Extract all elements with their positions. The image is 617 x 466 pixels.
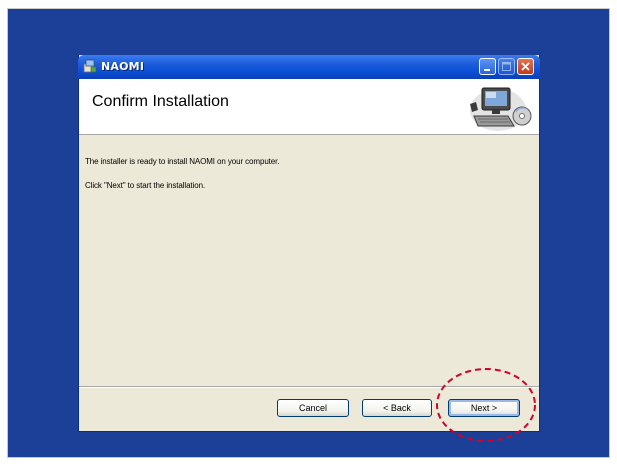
installer-app-icon [83, 59, 97, 73]
page-title: Confirm Installation [92, 93, 229, 110]
installer-window: NAOMI Confirm Installation The installer… [78, 55, 540, 432]
cancel-button[interactable]: Cancel [277, 399, 349, 417]
ready-message: The installer is ready to install NAOMI … [85, 157, 280, 166]
computer-setup-icon [470, 87, 532, 131]
close-icon [521, 62, 530, 71]
next-button[interactable]: Next > [448, 399, 520, 417]
close-button[interactable] [517, 58, 534, 75]
window-title: NAOMI [101, 60, 145, 73]
header-banner: Confirm Installation [79, 79, 539, 135]
button-divider [79, 386, 539, 388]
back-button[interactable]: < Back [362, 399, 432, 417]
minimize-icon [484, 69, 490, 71]
maximize-icon [502, 62, 511, 71]
minimize-button[interactable] [479, 58, 496, 75]
title-bar[interactable]: NAOMI [78, 55, 540, 79]
maximize-button[interactable] [498, 58, 515, 75]
instruction-message: Click "Next" to start the installation. [85, 181, 206, 190]
